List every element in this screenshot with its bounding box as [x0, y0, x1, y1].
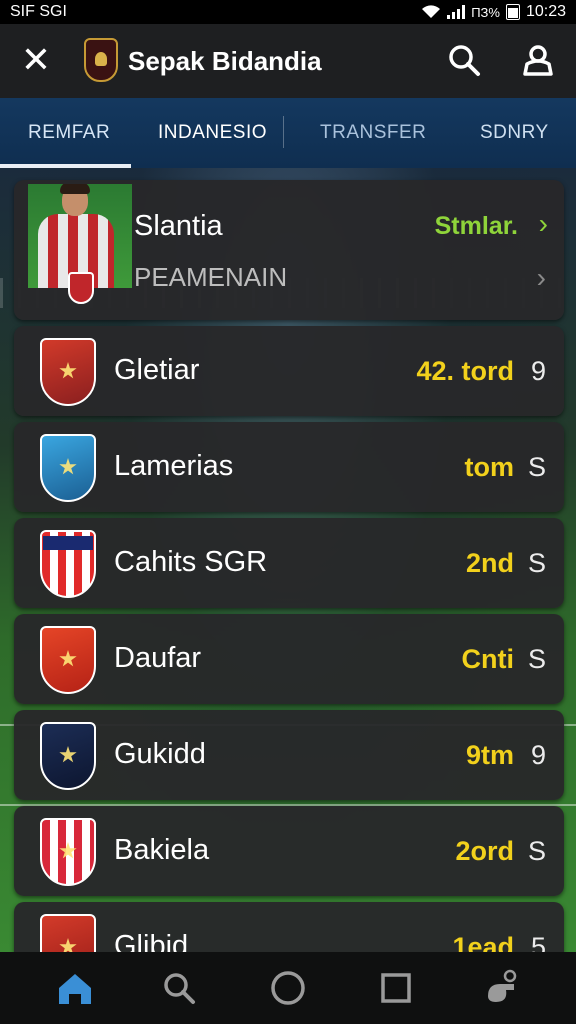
team-badge-icon [40, 818, 96, 886]
search-icon[interactable] [157, 966, 201, 1010]
home-icon[interactable] [53, 966, 97, 1010]
app-title: Sepak Bidandia [128, 46, 322, 76]
tab-transfer[interactable]: TRANSFER [320, 122, 426, 144]
bottom-nav [0, 952, 576, 1024]
team-value: 2nd [465, 548, 514, 578]
circle-icon[interactable] [266, 966, 310, 1010]
featured-player-card[interactable]: Slantia PEAMENAIN Stmlar. › › [14, 180, 564, 320]
team-number: 9 [530, 356, 546, 386]
team-badge-icon [40, 626, 96, 694]
tab-bar: REMFAR INDANESIO TRANSFER SDNRY [0, 98, 576, 168]
club-logo-icon [84, 38, 118, 82]
carrier-label: SIF SGI [10, 3, 67, 20]
team-name: Cahits SGR [114, 546, 268, 578]
status-bar: SIF SGI ПЗ% 10:23 [0, 0, 576, 24]
team-name: Gletiar [114, 354, 200, 386]
list-item[interactable]: Daufar Cnti S [14, 614, 564, 704]
tab-active-indicator [0, 164, 131, 168]
team-badge-icon [40, 722, 96, 790]
team-badge-icon [40, 338, 96, 406]
chevron-right-icon[interactable]: › [539, 208, 548, 240]
team-name: Daufar [114, 642, 202, 674]
team-name: Bakiela [114, 834, 210, 866]
player-subtitle: PEAMENAIN [134, 262, 288, 292]
team-value: 9tm [465, 740, 514, 770]
team-value: Cnti [461, 644, 514, 674]
team-badge-icon [40, 530, 96, 598]
chevron-right-icon[interactable]: › [537, 262, 546, 294]
team-number: 9 [530, 740, 546, 770]
list-item[interactable]: Gukidd 9tm 9 [14, 710, 564, 800]
tab-divider [283, 116, 284, 148]
whistle-icon[interactable] [480, 966, 524, 1010]
user-icon[interactable] [520, 42, 556, 78]
team-number: S [527, 644, 546, 674]
close-icon[interactable]: ✕ [20, 42, 52, 78]
team-badge-icon [40, 434, 96, 502]
club-crest-icon [68, 272, 94, 304]
team-name: Gukidd [114, 738, 206, 770]
team-name: Lamerias [114, 450, 234, 482]
player-name: Slantia [134, 210, 223, 242]
player-status: Stmlar. [434, 212, 518, 240]
list-item[interactable]: Lamerias tom S [14, 422, 564, 512]
signal-icon [447, 5, 466, 19]
clock: 10:23 [525, 3, 566, 20]
battery-label: ПЗ% [471, 4, 500, 20]
list-item[interactable]: Cahits SGR 2nd S [14, 518, 564, 608]
search-icon[interactable] [446, 42, 482, 78]
tab-remfar[interactable]: REMFAR [28, 122, 110, 144]
list-item[interactable]: Gletiar 42. tord 9 [14, 326, 564, 416]
team-value: tom [464, 452, 515, 482]
team-value: 42. tord [416, 356, 514, 386]
list-item[interactable]: Bakiela 2ord S [14, 806, 564, 896]
team-value: 2ord [455, 836, 514, 866]
tab-sdnry[interactable]: SDNRY [480, 122, 549, 144]
team-number: S [527, 548, 546, 578]
player-hair [60, 184, 90, 194]
team-number: S [527, 836, 546, 866]
team-number: S [527, 452, 546, 482]
battery-icon [505, 4, 520, 20]
tab-indanesio[interactable]: INDANESIO [158, 122, 267, 144]
status-right: ПЗ% 10:23 [421, 3, 566, 21]
app-bar: ✕ Sepak Bidandia [0, 24, 576, 98]
square-icon[interactable] [374, 966, 418, 1010]
wifi-icon [422, 5, 441, 19]
